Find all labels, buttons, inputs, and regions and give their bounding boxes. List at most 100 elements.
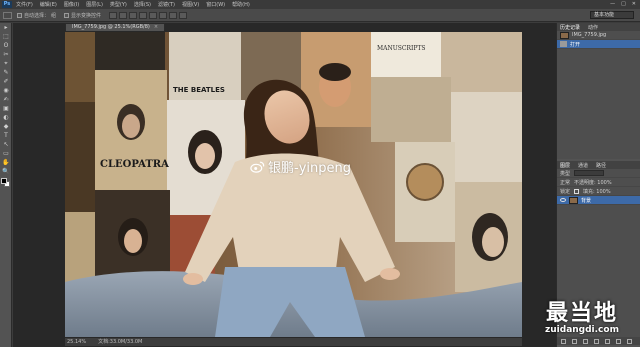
distribute-h-button[interactable] <box>179 11 188 19</box>
photoshop-logo: Ps <box>2 1 12 8</box>
healing-tool-icon[interactable]: ✎ <box>2 69 10 76</box>
weibo-icon <box>250 161 265 173</box>
menu-edit[interactable]: 编辑(E) <box>40 1 57 8</box>
status-bar: 25.14% 文档:33.0M/33.0M <box>65 338 522 346</box>
weibo-watermark: 银鹏-yinpeng <box>250 157 351 176</box>
hand-tool-icon[interactable]: ✋ <box>2 159 10 166</box>
foreground-color-swatch[interactable] <box>1 178 7 184</box>
tool-preset-picker[interactable] <box>3 11 12 19</box>
shape-tool-icon[interactable]: ▭ <box>2 150 10 157</box>
lock-icon[interactable] <box>574 188 580 194</box>
tab-paths[interactable]: 路径 <box>596 162 606 169</box>
menu-filter[interactable]: 滤镜(T) <box>158 1 175 8</box>
gradient-tool-icon[interactable]: ◐ <box>2 114 10 121</box>
layer-filter-box[interactable] <box>574 170 605 176</box>
fill-field[interactable]: 填充: 100% <box>583 188 611 195</box>
tab-channels[interactable]: 通道 <box>578 162 588 169</box>
close-tab-icon[interactable]: × <box>154 24 158 31</box>
history-row-label: 打开 <box>570 41 581 48</box>
layer-thumbnail <box>569 196 578 204</box>
auto-select-label: 自动选择： <box>24 12 50 19</box>
new-layer-icon[interactable] <box>616 338 621 344</box>
tab-layers[interactable]: 图层 <box>560 162 570 169</box>
layer-row-background[interactable]: 背景 <box>557 196 640 205</box>
marquee-tool-icon[interactable]: ⬚ <box>2 33 10 40</box>
site-watermark-url: zuidangdi.com <box>545 325 619 335</box>
layer-filter-row: 类型 <box>557 169 640 178</box>
window-controls: — □ ✕ <box>610 1 636 7</box>
trash-icon[interactable] <box>627 338 632 344</box>
toolbox: ▸ ⬚ ʘ ✂ ⌖ ✎ ✐ ◉ ✍ ▣ ◐ ◆ T ↖ ▭ ✋ 🔍 <box>0 23 12 347</box>
minimize-button[interactable]: — <box>610 1 615 7</box>
eraser-tool-icon[interactable]: ▣ <box>2 105 10 112</box>
menu-select[interactable]: 选择(S) <box>134 1 151 8</box>
eye-icon[interactable] <box>560 198 566 202</box>
history-snapshot-row[interactable]: IMG_7759.jpg <box>557 31 640 40</box>
image-canvas[interactable]: CLEOPATRA THE BEATLES MANUSCRIPTS 银鹏-yin… <box>65 32 522 337</box>
align-left-button[interactable] <box>139 11 148 19</box>
open-document-icon <box>560 41 567 47</box>
pen-tool-icon[interactable]: ◆ <box>2 123 10 130</box>
menu-layer[interactable]: 图层(L) <box>86 1 103 8</box>
eyedropper-tool-icon[interactable]: ⌖ <box>2 60 10 67</box>
tab-history[interactable]: 历史记录 <box>560 24 580 31</box>
lock-label: 锁定 <box>560 188 571 195</box>
menu-help[interactable]: 帮助(H) <box>232 1 250 8</box>
path-selection-tool-icon[interactable]: ↖ <box>2 141 10 148</box>
poster-manuscripts-text: MANUSCRIPTS <box>377 45 426 52</box>
history-brush-tool-icon[interactable]: ✍ <box>2 96 10 103</box>
blend-opacity-row: 正常 不透明度: 100% <box>557 178 640 187</box>
align-center-button[interactable] <box>149 11 158 19</box>
align-right-button[interactable] <box>159 11 168 19</box>
show-transform-checkbox[interactable] <box>64 12 70 18</box>
site-watermark-cn: 最当地 <box>545 301 618 326</box>
layers-panel-footer <box>557 337 640 345</box>
options-bar: 自动选择： 组 显示变换控件 基本功能 <box>0 9 640 22</box>
history-state-row[interactable]: 打开 <box>557 40 640 49</box>
menu-image[interactable]: 图像(I) <box>64 1 79 8</box>
layers-panel-tabs: 图层 通道 路径 <box>557 161 640 169</box>
menu-file[interactable]: 文件(F) <box>16 1 33 8</box>
menu-window[interactable]: 窗口(W) <box>206 1 225 8</box>
menu-view[interactable]: 视图(V) <box>182 1 199 8</box>
status-zoom[interactable]: 25.14% <box>67 338 86 346</box>
zoom-tool-icon[interactable]: 🔍 <box>2 168 10 175</box>
mask-icon[interactable] <box>583 338 588 344</box>
type-tool-icon[interactable]: T <box>2 132 10 139</box>
link-layers-icon[interactable] <box>561 338 566 344</box>
color-swatches[interactable] <box>0 177 11 191</box>
menu-type[interactable]: 类型(Y) <box>110 1 127 8</box>
auto-select-dropdown[interactable]: 组 <box>51 12 56 19</box>
crop-tool-icon[interactable]: ✂ <box>2 51 10 58</box>
auto-select-option[interactable]: 自动选择： 组 <box>17 12 56 19</box>
brush-tool-icon[interactable]: ✐ <box>2 78 10 85</box>
align-top-button[interactable] <box>109 11 118 19</box>
lasso-tool-icon[interactable]: ʘ <box>2 42 10 49</box>
blend-mode-dropdown[interactable]: 正常 <box>560 179 570 186</box>
document-tab[interactable]: IMG_7759.jpg @ 25.1%(RGB/8) × <box>65 23 166 31</box>
distribute-button[interactable] <box>169 11 178 19</box>
fx-icon[interactable] <box>572 338 577 344</box>
close-window-button[interactable]: ✕ <box>632 1 636 7</box>
adjustment-icon[interactable] <box>594 338 599 344</box>
new-group-icon[interactable] <box>605 338 610 344</box>
auto-select-checkbox[interactable] <box>17 12 22 18</box>
show-transform-option[interactable]: 显示变换控件 <box>64 12 101 19</box>
move-tool-icon[interactable]: ▸ <box>2 24 10 31</box>
layer-filter-kind[interactable]: 类型 <box>560 170 570 177</box>
show-transform-label: 显示变换控件 <box>71 12 102 19</box>
maximize-button[interactable]: □ <box>621 1 626 7</box>
lock-fill-row: 锁定 填充: 100% <box>557 187 640 196</box>
history-panel: IMG_7759.jpg 打开 <box>557 31 640 159</box>
opacity-field[interactable]: 不透明度: 100% <box>574 179 612 186</box>
workspace-switcher[interactable]: 基本功能 <box>590 11 634 19</box>
tab-actions[interactable]: 动作 <box>588 24 598 31</box>
watermark-text: 银鹏-yinpeng <box>268 161 351 176</box>
document-area: IMG_7759.jpg @ 25.1%(RGB/8) × CLEOPATRA … <box>13 23 556 347</box>
align-bottom-button[interactable] <box>129 11 138 19</box>
align-middle-button[interactable] <box>119 11 128 19</box>
history-row-label: IMG_7759.jpg <box>572 32 607 38</box>
menu-bar: Ps 文件(F) 编辑(E) 图像(I) 图层(L) 类型(Y) 选择(S) 滤… <box>0 0 640 9</box>
clone-stamp-tool-icon[interactable]: ◉ <box>2 87 10 94</box>
poster-cleopatra-text: CLEOPATRA <box>100 159 169 170</box>
